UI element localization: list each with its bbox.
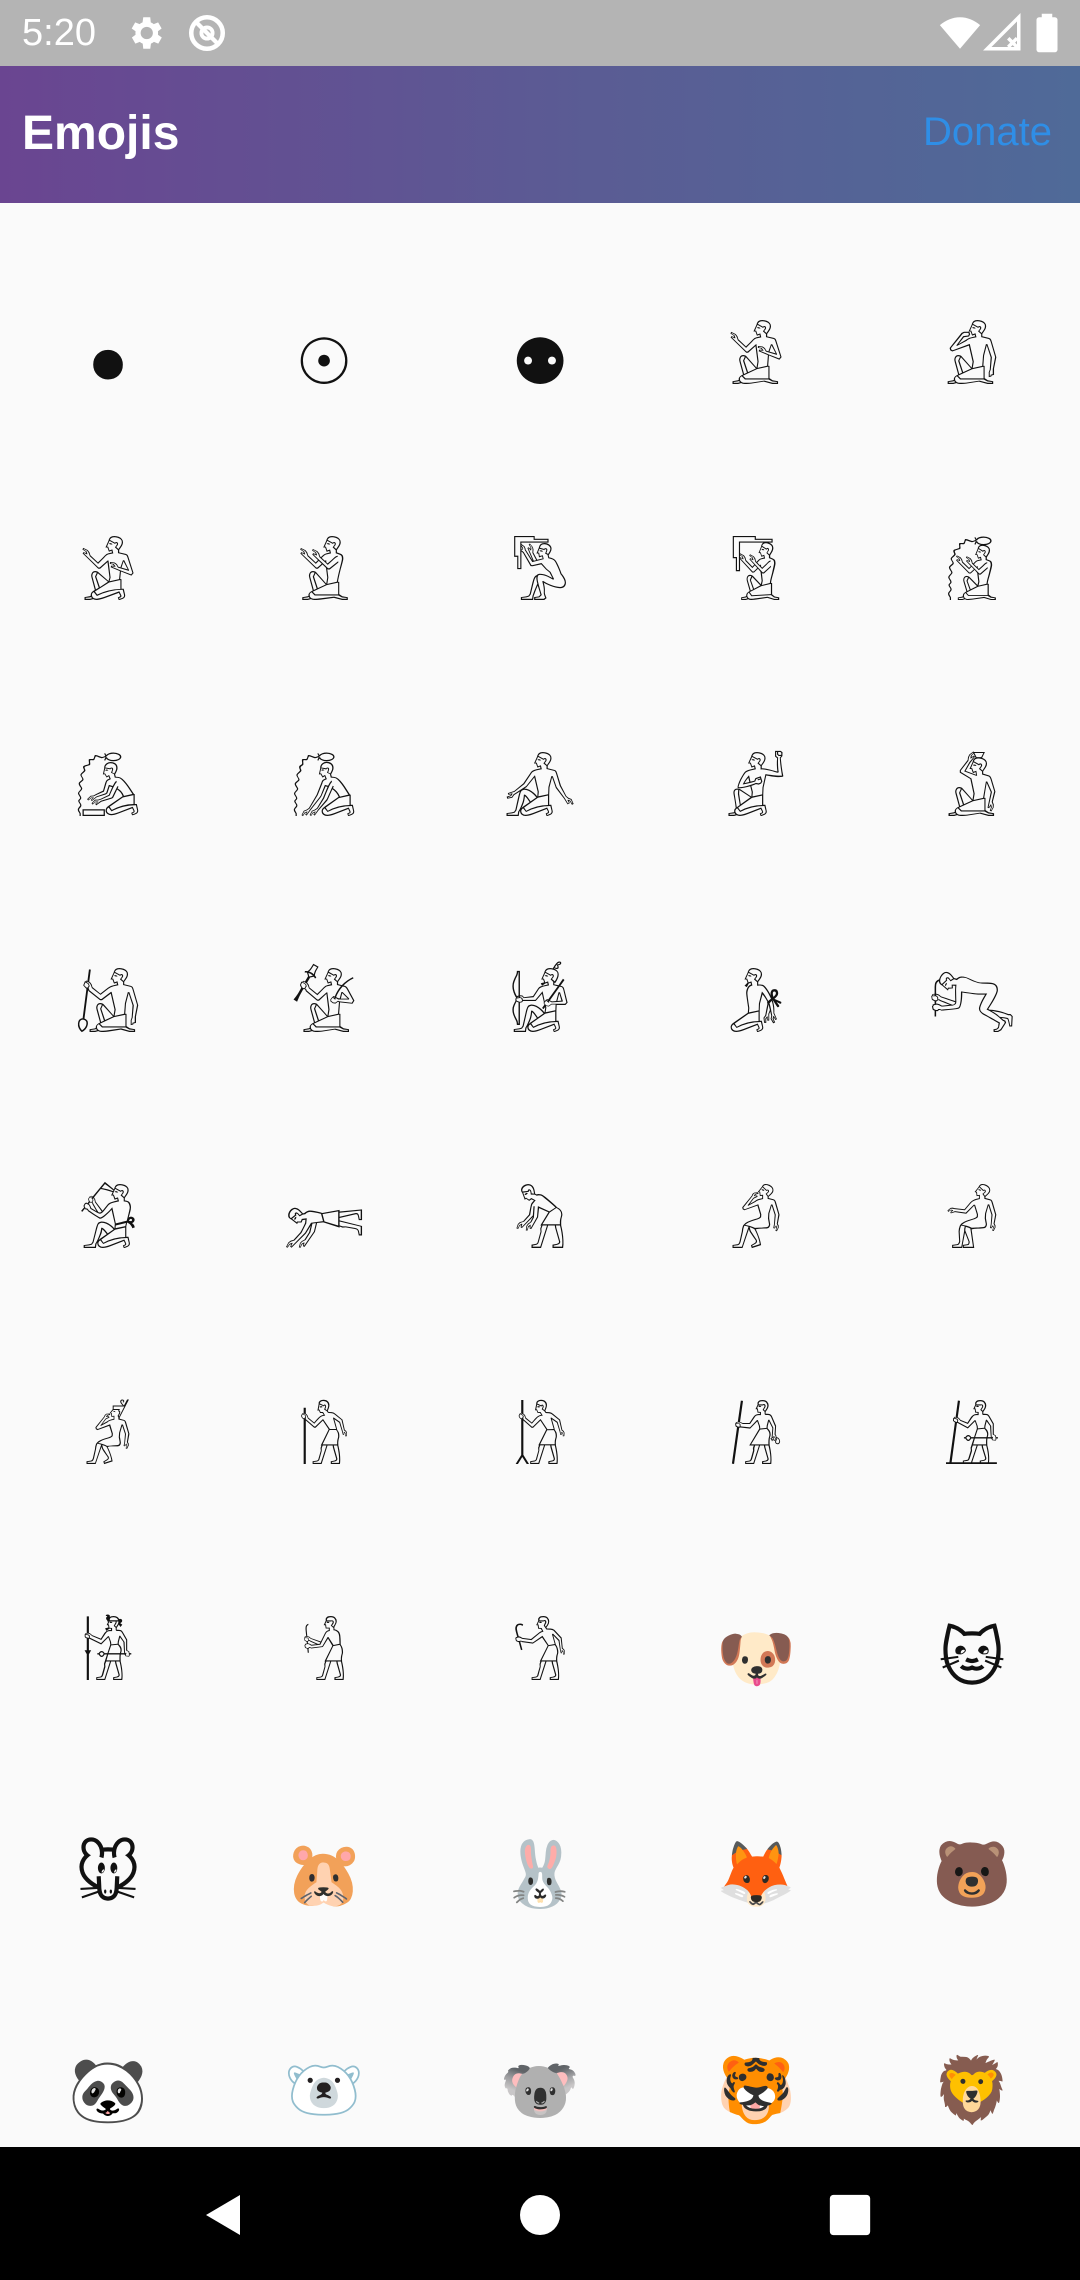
emoji-cell[interactable]: ☉ [216,255,432,471]
emoji-cell[interactable]: 🐼 [0,1983,216,2147]
emoji-cell[interactable]: 𓀚 [864,1335,1080,1551]
emoji-cell[interactable]: 𓀀 [648,255,864,471]
emoji-cell[interactable]: 𓀜 [216,1551,432,1767]
emoji-cell[interactable]: 𓀊 [648,687,864,903]
emoji-cell[interactable]: 𓀈 [216,687,432,903]
emoji-cell[interactable]: 𓀋 [864,687,1080,903]
emoji-cell[interactable]: 𓀆 [864,471,1080,687]
emoji-cell[interactable]: 𓀉 [432,687,648,903]
emoji-cell[interactable]: 🦁 [864,1983,1080,2147]
emoji-cell[interactable]: 🐯 [648,1983,864,2147]
emoji-cell[interactable]: 𓀌 [0,903,216,1119]
status-bar: 5:20 [0,0,1080,66]
emoji-cell[interactable]: 🦊 [648,1767,864,1983]
back-icon[interactable] [200,2191,248,2239]
emoji-cell[interactable]: 𓀂 [0,471,216,687]
emoji-cell[interactable]: 𓀒 [216,1119,432,1335]
emoji-grid[interactable]: ⏺ ☉ ⚉ 𓀀 𓀁 𓀂 𓀃 𓀄 𓀅 𓀆 𓀇 𓀈 𓀉 𓀊 𓀋 𓀌 𓀍 𓀎 𓀏 𓀐 … [0,203,1080,2147]
gear-icon [131,17,162,49]
emoji-cell[interactable]: 𓀏 [648,903,864,1119]
data-saver-icon [188,14,226,52]
emoji-cell[interactable]: 𓀘 [432,1335,648,1551]
emoji-cell[interactable]: 𓀗 [216,1335,432,1551]
emoji-cell[interactable]: 𓀔 [648,1119,864,1335]
status-time: 5:20 [22,12,96,54]
app-bar: Emojis Donate [0,66,1080,203]
battery-icon [1036,13,1058,53]
emoji-cell[interactable]: 🐱 [864,1551,1080,1767]
emoji-cell[interactable]: 🐻‍❄️ [216,1983,432,2147]
emoji-cell[interactable]: 𓀓 [432,1119,648,1335]
emoji-cell[interactable]: 𓀇 [0,687,216,903]
donate-button[interactable]: Donate [923,102,1052,162]
emoji-cell[interactable]: 𓀑 [0,1119,216,1335]
emoji-cell[interactable]: 𓀍 [216,903,432,1119]
emoji-cell[interactable]: 𓀕 [864,1119,1080,1335]
recents-icon[interactable] [828,2193,872,2237]
emoji-cell[interactable]: 𓀁 [864,255,1080,471]
navigation-bar [0,2147,1080,2280]
emoji-cell[interactable]: 𓀝 [432,1551,648,1767]
home-icon[interactable] [516,2191,564,2239]
emoji-cell[interactable]: 🐭 [0,1767,216,1983]
emoji-cell[interactable]: 🐹 [216,1767,432,1983]
emoji-cell[interactable]: ⏺ [0,255,216,471]
emoji-cell[interactable]: 🐶 [648,1551,864,1767]
emoji-grid-inner: ⏺ ☉ ⚉ 𓀀 𓀁 𓀂 𓀃 𓀄 𓀅 𓀆 𓀇 𓀈 𓀉 𓀊 𓀋 𓀌 𓀍 𓀎 𓀏 𓀐 … [0,203,1080,2147]
emoji-cell[interactable]: 𓀖 [0,1335,216,1551]
emoji-cell[interactable]: 𓀐 [864,903,1080,1119]
no-signal-icon [983,13,1021,51]
page-title: Emojis [22,107,180,160]
emoji-cell[interactable]: 𓀛 [0,1551,216,1767]
emoji-cell[interactable]: 𓀅 [648,471,864,687]
emoji-cell[interactable]: 🐨 [432,1983,648,2147]
emoji-cell[interactable]: 🐻 [864,1767,1080,1983]
emoji-cell[interactable]: 𓀄 [432,471,648,687]
emoji-cell[interactable]: 𓀎 [432,903,648,1119]
emoji-cell[interactable]: 𓀙 [648,1335,864,1551]
emoji-cell[interactable]: 🐰 [432,1767,648,1983]
emoji-cell[interactable]: ⚉ [432,255,648,471]
emoji-cell[interactable]: 𓀃 [216,471,432,687]
wifi-icon [939,17,981,49]
